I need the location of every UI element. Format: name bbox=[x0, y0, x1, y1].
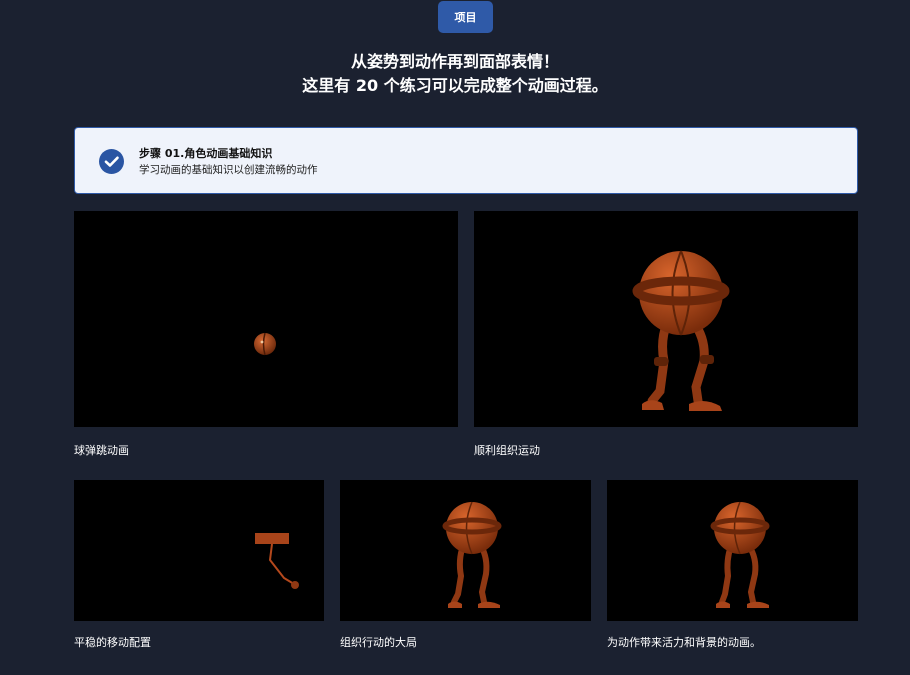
lesson-caption: 球弹跳动画 bbox=[74, 444, 129, 457]
lesson-thumbnail-lively-animation[interactable] bbox=[607, 480, 858, 621]
check-circle-icon bbox=[99, 149, 124, 174]
lesson-caption: 为动作带来活力和背景的动画。 bbox=[607, 636, 761, 649]
lesson-thumbnail-smooth-motion[interactable] bbox=[474, 211, 858, 427]
page-headline: 从姿势到动作再到面部表情！ 这里有 20 个练习可以完成整个动画过程。 bbox=[0, 50, 910, 98]
step-card[interactable]: 步骤 01.角色动画基础知识 学习动画的基础知识以创建流畅的动作 bbox=[74, 127, 858, 194]
lesson-thumbnail-big-picture[interactable] bbox=[340, 480, 591, 621]
lesson-thumbnail-steady-movement[interactable] bbox=[74, 480, 324, 621]
character-illustration bbox=[442, 501, 502, 608]
lesson-caption: 顺利组织运动 bbox=[474, 444, 540, 457]
step-title: 步骤 01.角色动画基础知识 bbox=[139, 147, 273, 160]
lesson-caption: 组织行动的大局 bbox=[340, 636, 417, 649]
lesson-thumbnail-ball-bounce[interactable] bbox=[74, 211, 458, 427]
project-tab-button[interactable]: 项目 bbox=[438, 1, 493, 33]
headline-line-2: 这里有 20 个练习可以完成整个动画过程。 bbox=[302, 76, 608, 95]
step-subtitle: 学习动画的基础知识以创建流畅的动作 bbox=[139, 164, 318, 176]
headline-line-1: 从姿势到动作再到面部表情！ bbox=[350, 52, 559, 71]
lesson-caption: 平稳的移动配置 bbox=[74, 636, 151, 649]
character-illustration bbox=[710, 501, 770, 608]
ball-illustration bbox=[254, 332, 276, 356]
pendulum-illustration bbox=[255, 533, 299, 589]
character-illustration bbox=[632, 250, 730, 411]
